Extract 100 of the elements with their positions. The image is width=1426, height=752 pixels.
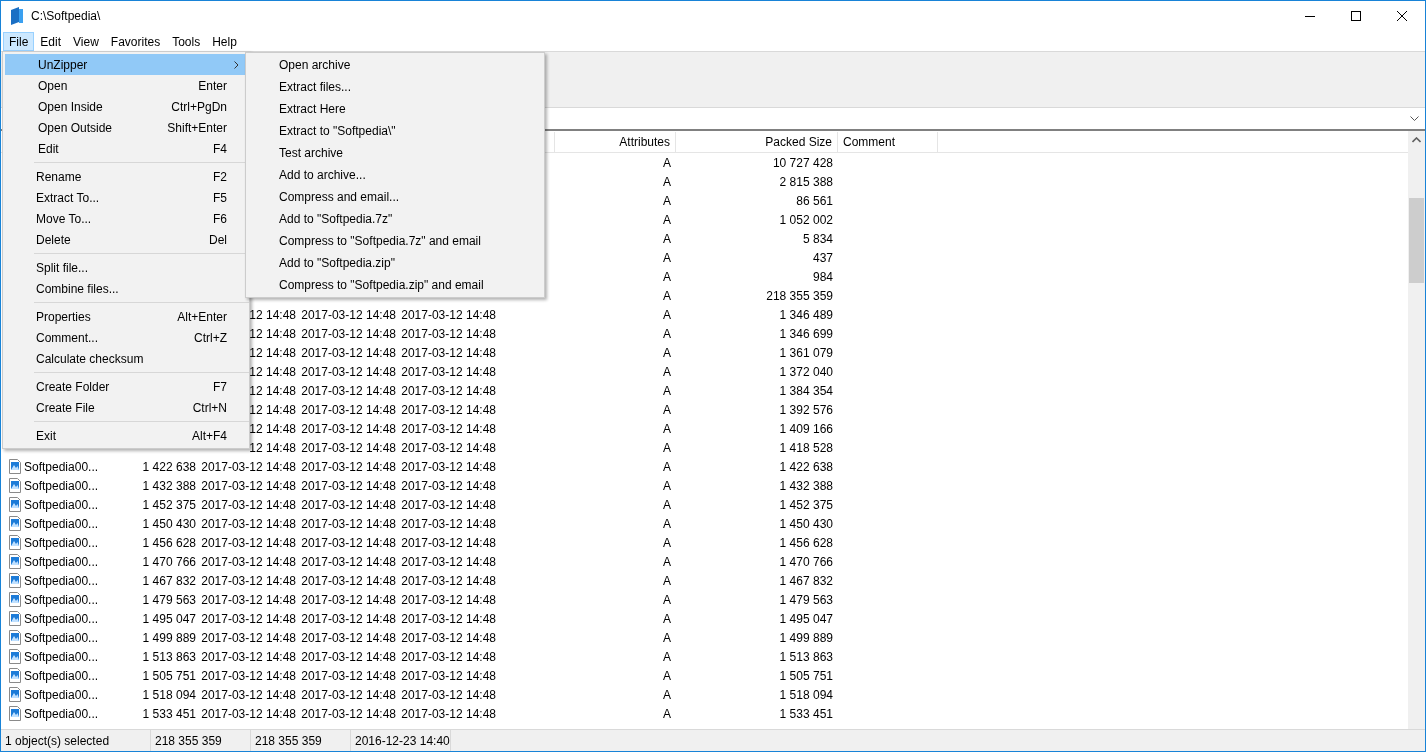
date-cell-text: 2017-03-12 14:48 bbox=[301, 553, 396, 571]
file-name[interactable]: Softpedia00... bbox=[24, 666, 99, 685]
menu-item[interactable]: Open Enter bbox=[5, 75, 247, 96]
date-cell-text: 2017-03-12 14:48 bbox=[301, 515, 396, 533]
file-name[interactable]: Softpedia00... bbox=[24, 685, 99, 704]
attributes-cell-text: A bbox=[663, 686, 671, 704]
menu-item[interactable]: Extract files... bbox=[246, 76, 544, 98]
packed-size-cell-text: 437 bbox=[812, 249, 833, 267]
menu-item[interactable]: Add to "Softpedia.zip" bbox=[246, 252, 544, 274]
attributes-cell-text: A bbox=[663, 667, 671, 685]
date-cell-text: 2017-03-12 14:48 bbox=[401, 515, 496, 533]
menu-bar-item[interactable]: Favorites bbox=[104, 31, 167, 51]
file-name[interactable]: Softpedia00... bbox=[24, 476, 99, 495]
size-cell-text: 1 432 388 bbox=[142, 477, 196, 495]
column-header[interactable]: Comment bbox=[843, 133, 895, 151]
size-cell-text: 1 479 563 bbox=[142, 591, 196, 609]
date-cell-text: 2017-03-12 14:48 bbox=[301, 458, 396, 476]
attributes-cell-text: A bbox=[663, 344, 671, 362]
menu-item[interactable]: Open Outside Shift+Enter bbox=[5, 117, 247, 138]
attributes-cell-text: A bbox=[663, 648, 671, 666]
file-name[interactable]: Softpedia00... bbox=[24, 552, 99, 571]
close-icon bbox=[1397, 11, 1407, 21]
menu-item[interactable]: Edit F4 bbox=[5, 138, 247, 159]
menu-item[interactable]: Compress and email... bbox=[246, 186, 544, 208]
menu-item[interactable]: Create Folder F7 bbox=[3, 376, 247, 397]
packed-size-cell-text: 218 355 359 bbox=[766, 287, 833, 305]
file-name[interactable]: Softpedia00... bbox=[24, 514, 99, 533]
date-cell-text: 2017-03-12 14:48 bbox=[201, 686, 296, 704]
menu-item[interactable]: Delete Del bbox=[3, 229, 247, 250]
menu-item[interactable]: Extract to "Softpedia\" bbox=[246, 120, 544, 142]
date-cell-text: 12 14:48 bbox=[249, 420, 296, 438]
file-name[interactable]: Softpedia00... bbox=[24, 495, 99, 514]
menu-item[interactable]: Move To... F6 bbox=[3, 208, 247, 229]
menu-item[interactable]: Split file... bbox=[3, 257, 247, 278]
menu-item[interactable]: Create File Ctrl+N bbox=[3, 397, 247, 418]
menu-bar-item[interactable]: Edit bbox=[34, 31, 68, 51]
file-name[interactable]: Softpedia00... bbox=[24, 628, 99, 647]
date-cell-text: 2017-03-12 14:48 bbox=[201, 477, 296, 495]
file-name[interactable]: Softpedia00... bbox=[24, 571, 99, 590]
image-file-icon bbox=[9, 478, 21, 493]
column-header[interactable]: Packed Size bbox=[765, 133, 832, 151]
menu-item[interactable]: Test archive bbox=[246, 142, 544, 164]
packed-size-cell-text: 1 432 388 bbox=[779, 477, 833, 495]
scroll-thumb[interactable] bbox=[1409, 198, 1424, 283]
size-cell-text: 1 456 628 bbox=[142, 534, 196, 552]
image-file-icon bbox=[9, 630, 21, 645]
date-cell-text: 2017-03-12 14:48 bbox=[401, 363, 496, 381]
menu-item[interactable]: Rename F2 bbox=[3, 166, 247, 187]
attributes-cell-text: A bbox=[663, 420, 671, 438]
attributes-cell-text: A bbox=[663, 439, 671, 457]
packed-size-cell-text: 1 346 699 bbox=[779, 325, 833, 343]
file-name[interactable]: Softpedia00... bbox=[24, 533, 99, 552]
menu-bar-item[interactable]: Help bbox=[206, 31, 243, 51]
date-cell-text: 2017-03-12 14:48 bbox=[301, 572, 396, 590]
menu-bar-item[interactable]: File bbox=[3, 31, 35, 51]
packed-size-cell-text: 1 470 766 bbox=[779, 553, 833, 571]
packed-size-cell-text: 5 834 bbox=[802, 230, 833, 248]
dropdown-icon bbox=[1410, 115, 1419, 122]
file-name[interactable]: Softpedia00... bbox=[24, 590, 99, 609]
packed-size-cell-text: 1 513 863 bbox=[779, 648, 833, 666]
menu-item[interactable]: UnZipper bbox=[5, 54, 247, 75]
menu-item[interactable]: Open archive bbox=[246, 54, 544, 76]
size-cell-text: 1 470 766 bbox=[142, 553, 196, 571]
file-name[interactable]: Softpedia00... bbox=[24, 609, 99, 628]
file-name[interactable]: Softpedia00... bbox=[24, 457, 99, 476]
date-cell-text: 12 14:48 bbox=[249, 306, 296, 324]
attributes-cell-text: A bbox=[663, 515, 671, 533]
vertical-scrollbar[interactable] bbox=[1408, 131, 1425, 729]
menu-item[interactable]: Open Inside Ctrl+PgDn bbox=[5, 96, 247, 117]
size-cell-text: 1 505 751 bbox=[142, 667, 196, 685]
menu-item[interactable]: Calculate checksum bbox=[3, 348, 247, 369]
menu-item[interactable]: Add to "Softpedia.7z" bbox=[246, 208, 544, 230]
packed-size-cell-text: 1 361 079 bbox=[779, 344, 833, 362]
file-name[interactable]: Softpedia00... bbox=[24, 647, 99, 666]
date-cell-text: 2017-03-12 14:48 bbox=[401, 439, 496, 457]
date-cell-text: 2017-03-12 14:48 bbox=[301, 686, 396, 704]
image-file-icon bbox=[9, 535, 21, 550]
menu-item[interactable]: Add to archive... bbox=[246, 164, 544, 186]
column-header[interactable]: Attributes bbox=[619, 133, 670, 151]
menu-bar-item[interactable]: Tools bbox=[166, 31, 207, 51]
attributes-cell-text: A bbox=[663, 458, 671, 476]
menu-item[interactable]: Compress to "Softpedia.7z" and email bbox=[246, 230, 544, 252]
attributes-cell-text: A bbox=[663, 211, 671, 229]
date-cell-text: 2017-03-12 14:48 bbox=[401, 382, 496, 400]
date-cell-text: 2017-03-12 14:48 bbox=[401, 477, 496, 495]
menu-item[interactable]: Exit Alt+F4 bbox=[3, 425, 247, 446]
menu-item[interactable]: Comment... Ctrl+Z bbox=[3, 327, 247, 348]
attributes-cell-text: A bbox=[663, 572, 671, 590]
status-text: 218 355 359 bbox=[255, 732, 322, 750]
attributes-cell-text: A bbox=[663, 477, 671, 495]
menu-item[interactable]: Extract To... F5 bbox=[3, 187, 247, 208]
menu-item[interactable]: Compress to "Softpedia.zip" and email bbox=[246, 274, 544, 296]
menu-item[interactable]: Extract Here bbox=[246, 98, 544, 120]
packed-size-cell-text: 1 372 040 bbox=[779, 363, 833, 381]
file-name[interactable]: Softpedia00... bbox=[24, 704, 99, 723]
menu-bar-item[interactable]: View bbox=[67, 31, 105, 51]
menu-item[interactable]: Combine files... bbox=[3, 278, 247, 299]
packed-size-cell-text: 2 815 388 bbox=[779, 173, 833, 191]
status-text: 2016-12-23 14:40 bbox=[355, 732, 450, 750]
menu-item[interactable]: Properties Alt+Enter bbox=[3, 306, 247, 327]
